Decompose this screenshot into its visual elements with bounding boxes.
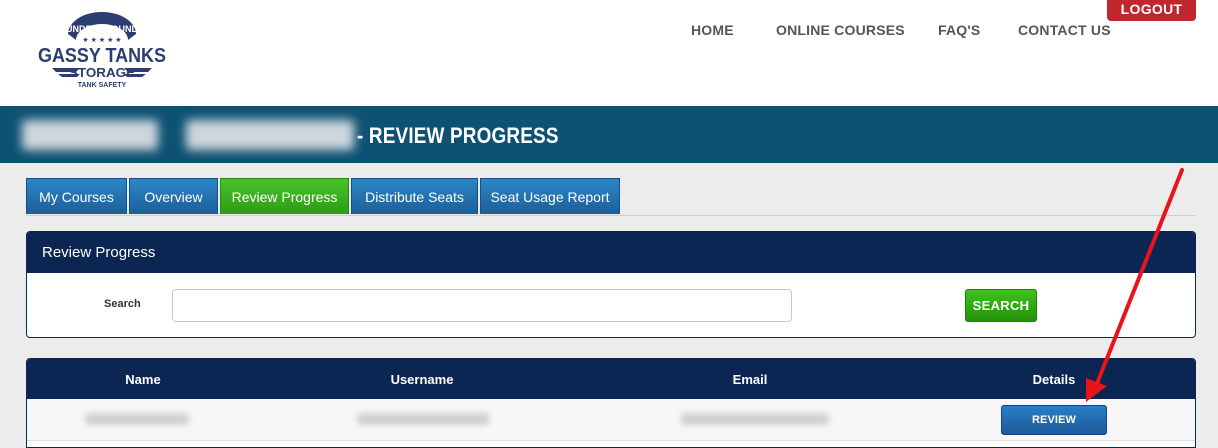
content-area: My Courses Overview Review Progress Dist… [0, 163, 1218, 448]
redacted-course-name [186, 120, 354, 150]
redacted-company-name [22, 120, 158, 150]
svg-text:★ ★ ★ ★ ★: ★ ★ ★ ★ ★ [82, 36, 121, 44]
search-panel-heading: Review Progress [27, 232, 1195, 273]
site-header: UNDERGROUND ★ ★ ★ ★ ★ GASSY TANKS STORAG… [0, 0, 1218, 106]
review-progress-button[interactable]: REVIEW PROGRESS [1001, 405, 1107, 447]
column-header-name: Name [125, 372, 161, 387]
nav-contact-us[interactable]: CONTACT US [1018, 22, 1111, 38]
page-title-bar: - REVIEW PROGRESS [0, 106, 1218, 163]
logout-button[interactable]: LOGOUT [1107, 0, 1196, 21]
tab-seat-usage-report[interactable]: Seat Usage Report [480, 178, 620, 214]
logo-line4: TANK SAFETY [78, 82, 127, 89]
gassy-tanks-logo-icon: UNDERGROUND ★ ★ ★ ★ ★ GASSY TANKS STORAG… [38, 12, 166, 89]
tab-overview[interactable]: Overview [129, 178, 218, 214]
nav-online-courses[interactable]: ONLINE COURSES [776, 22, 905, 38]
logo-line1: UNDERGROUND [66, 24, 139, 34]
redacted-name-cell [85, 413, 189, 425]
redacted-email-cell [681, 413, 829, 425]
nav-faqs[interactable]: FAQ'S [938, 22, 980, 38]
tab-divider [26, 215, 1196, 216]
tab-distribute-seats[interactable]: Distribute Seats [351, 178, 478, 214]
page-title: - REVIEW PROGRESS [357, 123, 559, 148]
search-panel: Review Progress Search SEARCH [26, 231, 1196, 338]
logo-line2: GASSY TANKS [38, 45, 166, 67]
table-header: Name Username Email Details [27, 359, 1195, 399]
site-logo[interactable]: UNDERGROUND ★ ★ ★ ★ ★ GASSY TANKS STORAG… [34, 10, 170, 98]
search-input[interactable] [172, 289, 792, 322]
nav-home[interactable]: HOME [691, 22, 734, 38]
tab-my-courses[interactable]: My Courses [26, 178, 127, 214]
logo-line3: STORAGE [69, 65, 135, 80]
table-row: REVIEW PROGRESS [27, 399, 1195, 447]
column-header-email: Email [732, 372, 768, 387]
column-header-username: Username [390, 372, 454, 387]
column-header-details: Details [1032, 372, 1076, 387]
search-button[interactable]: SEARCH [965, 289, 1037, 322]
redacted-username-cell [357, 413, 489, 425]
tab-review-progress[interactable]: Review Progress [220, 178, 349, 214]
search-label: Search [104, 298, 141, 310]
progress-table: Name Username Email Details REVIEW PROGR… [26, 358, 1196, 448]
